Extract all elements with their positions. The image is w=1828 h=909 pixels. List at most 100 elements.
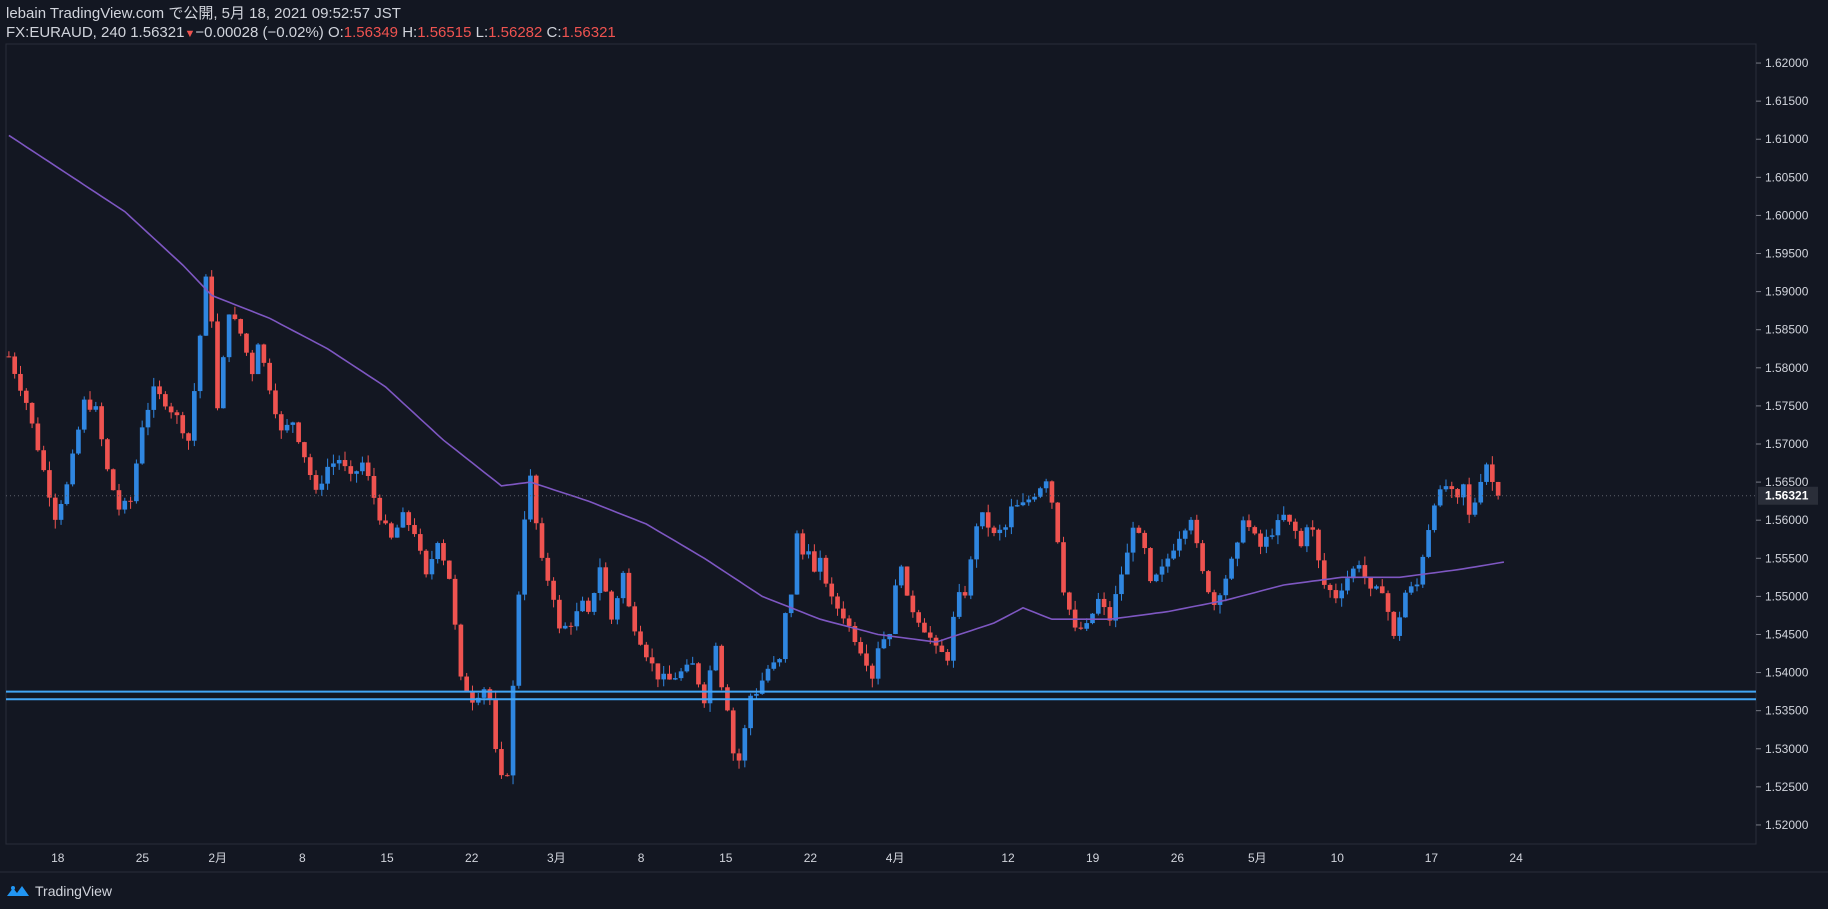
candle-body xyxy=(945,652,950,661)
candle-body xyxy=(1177,538,1182,551)
candle-body xyxy=(696,663,701,685)
candle-body xyxy=(1484,464,1489,482)
candle-body xyxy=(18,373,23,391)
candle-body xyxy=(916,612,921,623)
candle-body xyxy=(1264,536,1269,547)
candle-body xyxy=(968,559,974,596)
candle-body xyxy=(516,594,522,686)
candle-body xyxy=(273,390,278,415)
y-tick-label: 1.60500 xyxy=(1765,170,1809,184)
candle-body xyxy=(1432,505,1437,531)
candle-body xyxy=(1049,481,1055,503)
candle-body xyxy=(319,483,325,490)
candle-body xyxy=(105,439,110,470)
candle-body xyxy=(1304,527,1310,547)
candle-body xyxy=(713,645,719,671)
candle-body xyxy=(249,352,255,375)
candle-body xyxy=(649,657,655,664)
candle-body xyxy=(197,335,203,392)
y-tick-label: 1.52000 xyxy=(1765,818,1809,832)
candle-body xyxy=(684,664,690,672)
candle-body xyxy=(389,523,394,538)
x-tick-label: 15 xyxy=(380,851,394,865)
candle-body xyxy=(1084,623,1090,629)
x-tick-label: 3月 xyxy=(547,851,566,865)
candle-body xyxy=(1026,499,1032,503)
candle-body xyxy=(1095,598,1101,614)
x-tick-label: 15 xyxy=(719,851,733,865)
candle-body xyxy=(1414,584,1420,587)
candle-body xyxy=(481,689,487,698)
x-tick-label: 5月 xyxy=(1248,851,1267,865)
x-tick-label: 8 xyxy=(299,851,306,865)
horizontal-lines[interactable] xyxy=(6,495,1756,701)
candle-body xyxy=(238,319,244,334)
candle-body xyxy=(1287,514,1292,522)
candle-body xyxy=(1119,574,1124,595)
candle-body xyxy=(777,659,782,663)
candle-body xyxy=(1014,505,1020,507)
candle-body xyxy=(1188,519,1194,531)
candles-group xyxy=(6,270,1501,785)
candle-body xyxy=(464,676,469,693)
y-tick-label: 1.60000 xyxy=(1765,208,1809,222)
candle-body xyxy=(1478,481,1484,503)
x-tick-label: 17 xyxy=(1425,851,1439,865)
x-tick-label: 8 xyxy=(638,851,645,865)
candle-body xyxy=(446,560,452,579)
candle-body xyxy=(980,512,985,527)
candle-body xyxy=(354,471,359,474)
candle-body xyxy=(400,512,406,528)
candle-body xyxy=(1333,590,1339,599)
candle-body xyxy=(1472,502,1478,515)
x-tick-label: 12 xyxy=(1001,851,1015,865)
candle-body xyxy=(748,695,753,729)
candle-body xyxy=(336,460,342,464)
candle-body xyxy=(638,631,643,645)
candle-body xyxy=(551,580,556,600)
candle-body xyxy=(742,728,748,761)
candle-body xyxy=(1258,533,1263,547)
candle-body xyxy=(603,567,609,592)
candle-body xyxy=(586,600,591,612)
x-tick-label: 19 xyxy=(1086,851,1100,865)
candle-body xyxy=(545,557,551,581)
candle-body xyxy=(151,386,157,410)
candle-body xyxy=(927,632,933,638)
candle-body xyxy=(23,390,29,403)
candle-body xyxy=(643,644,649,658)
candle-body xyxy=(719,645,724,688)
y-tick-label: 1.57000 xyxy=(1765,437,1809,451)
x-tick-label: 18 xyxy=(51,851,65,865)
candle-body xyxy=(377,497,383,521)
candle-body xyxy=(754,693,759,696)
candle-body xyxy=(99,406,104,440)
candle-body xyxy=(672,678,678,680)
candle-body xyxy=(122,500,128,510)
candle-body xyxy=(1153,574,1159,582)
price-axis[interactable]: 1.52000 1.52500 1.53000 1.53500 1.54000 1.545… xyxy=(1756,56,1818,832)
candle-body xyxy=(800,533,806,555)
candle-body xyxy=(690,663,695,665)
candle-body xyxy=(180,415,186,434)
candle-body xyxy=(116,490,122,510)
candle-body xyxy=(1403,592,1408,618)
candle-body xyxy=(765,668,771,681)
candle-body xyxy=(1229,558,1234,579)
candle-body xyxy=(574,611,580,627)
x-tick-label: 26 xyxy=(1171,851,1185,865)
y-tick-label: 1.62000 xyxy=(1765,56,1809,70)
candle-body xyxy=(1391,611,1397,636)
candle-body xyxy=(771,662,777,669)
candle-body xyxy=(985,512,991,528)
candle-body xyxy=(458,624,464,677)
candle-body xyxy=(1223,578,1229,596)
candle-body xyxy=(1067,592,1072,610)
y-tick-label: 1.59500 xyxy=(1765,247,1809,261)
candle-body xyxy=(383,520,388,524)
candle-body xyxy=(261,344,267,363)
time-axis[interactable]: 18 25 2月 8 15 22 3月 8 15 22 4月 12 19 26 5月 10 17 24 xyxy=(51,851,1523,865)
price-chart[interactable]: 1.52000 1.52500 1.53000 1.53500 1.54000 1.545… xyxy=(0,0,1828,909)
candle-body xyxy=(864,653,869,666)
candle-body xyxy=(1009,506,1014,528)
